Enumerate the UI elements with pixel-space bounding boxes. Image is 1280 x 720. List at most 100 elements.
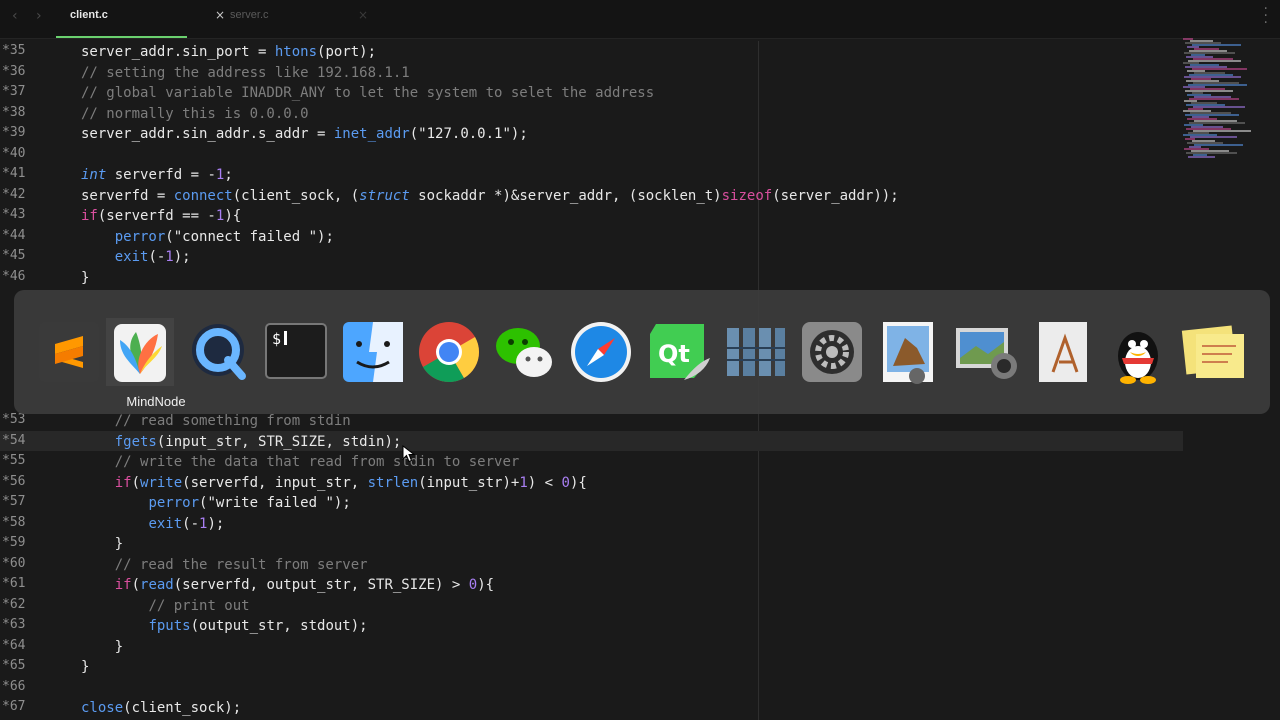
tab-bar: ‹ › client.c × server.c × · · · bbox=[0, 0, 1280, 39]
code-line[interactable]: *63 fputs(output_str, stdout); bbox=[0, 615, 1183, 635]
line-number: *35 bbox=[2, 43, 26, 58]
line-number: *59 bbox=[2, 535, 26, 550]
line-number: *40 bbox=[2, 145, 26, 161]
code-text: if(serverfd == -1){ bbox=[81, 208, 242, 224]
code-line[interactable]: *61 if(read(serverfd, output_str, STR_SI… bbox=[0, 574, 1183, 594]
code-line[interactable]: *64 } bbox=[0, 636, 1183, 656]
code-line[interactable]: *36 // setting the address like 192.168.1… bbox=[0, 62, 1183, 82]
code-line[interactable]: *44 perror("connect failed "); bbox=[0, 226, 1183, 246]
line-number: *63 bbox=[2, 617, 26, 632]
code-line[interactable]: *35 server_addr.sin_port = htons(port); bbox=[0, 41, 1183, 61]
code-line[interactable]: *59 } bbox=[0, 533, 1183, 553]
image-capture-app-icon[interactable] bbox=[952, 318, 1020, 386]
minimap-line bbox=[1190, 136, 1237, 138]
dock-hover-label: MindNode bbox=[126, 394, 186, 409]
code-line[interactable]: *65} bbox=[0, 656, 1183, 676]
terminal-app-icon[interactable]: $ bbox=[262, 318, 330, 386]
activity-monitor-app-icon[interactable] bbox=[721, 318, 789, 386]
code-text: } bbox=[81, 269, 90, 286]
line-number: *55 bbox=[2, 453, 26, 468]
code-text: fgets(input_str, STR_SIZE, stdin); bbox=[114, 433, 402, 450]
qt-creator-app-icon[interactable]: Qt bbox=[644, 318, 712, 386]
tab-client-c[interactable]: client.c × bbox=[70, 0, 225, 38]
qq-app-icon[interactable] bbox=[1104, 318, 1172, 386]
line-number: *66 bbox=[2, 678, 26, 694]
code-text: exit(-1); bbox=[148, 515, 225, 532]
wechat-app-icon[interactable] bbox=[490, 318, 558, 386]
line-number: *42 bbox=[2, 186, 26, 202]
code-text: server_addr.sin_addr.s_addr = inet_addr(… bbox=[81, 126, 528, 142]
tab-close-icon[interactable]: × bbox=[215, 8, 225, 22]
code-line[interactable]: *42 serverfd = connect(client_sock, (stru… bbox=[0, 185, 1183, 205]
mindnode-app-icon[interactable] bbox=[106, 318, 174, 386]
code-line[interactable]: *58 exit(-1); bbox=[0, 513, 1183, 533]
line-number: *39 bbox=[2, 125, 26, 140]
code-text: if(read(serverfd, output_str, STR_SIZE) … bbox=[114, 577, 495, 593]
chrome-app-icon[interactable] bbox=[415, 318, 483, 386]
finder-app-icon[interactable] bbox=[339, 318, 407, 386]
line-number: *57 bbox=[2, 494, 26, 509]
code-text: // print out bbox=[148, 597, 250, 614]
code-text: perror("connect failed "); bbox=[114, 228, 334, 245]
line-number: *62 bbox=[2, 596, 26, 612]
more-menu-icon[interactable]: · · · bbox=[1264, 2, 1268, 30]
code-line[interactable]: *39 server_addr.sin_addr.s_addr = inet_ad… bbox=[0, 123, 1183, 143]
code-line[interactable]: *40 bbox=[0, 144, 1183, 164]
preview-app-icon[interactable] bbox=[875, 318, 943, 386]
stickies-app-icon[interactable] bbox=[1180, 318, 1248, 386]
code-text: close(client_sock); bbox=[81, 700, 242, 716]
code-line[interactable]: *38 // normally this is 0.0.0.0 bbox=[0, 103, 1183, 123]
tab-close-icon[interactable]: × bbox=[358, 8, 368, 22]
code-text: exit(-1); bbox=[114, 249, 191, 265]
minimap-line bbox=[1194, 144, 1243, 146]
code-text: // read something from stdin bbox=[114, 413, 351, 429]
back-arrow-icon[interactable]: ‹ bbox=[12, 8, 18, 24]
safari-app-icon[interactable] bbox=[567, 318, 635, 386]
quicktime-app-icon[interactable] bbox=[184, 318, 252, 386]
code-line[interactable]: *46} bbox=[0, 267, 1183, 287]
line-number: *65 bbox=[2, 658, 26, 673]
line-number: *41 bbox=[2, 166, 26, 181]
code-text: } bbox=[81, 638, 124, 655]
code-text: // write the data that read from stdin t… bbox=[114, 454, 520, 470]
textedit-app-icon[interactable] bbox=[1029, 318, 1097, 386]
code-line[interactable]: *60 // read the result from server bbox=[0, 554, 1183, 574]
app-switcher: $ Qt MindNode bbox=[14, 290, 1270, 414]
line-number: *45 bbox=[2, 248, 26, 263]
line-number: *64 bbox=[2, 637, 26, 653]
minimap[interactable] bbox=[1183, 38, 1253, 163]
tab-label: client.c bbox=[70, 9, 108, 21]
line-number: *67 bbox=[2, 699, 26, 714]
code-line[interactable]: *45 exit(-1); bbox=[0, 246, 1183, 266]
line-number: *53 bbox=[2, 412, 26, 427]
code-text: // normally this is 0.0.0.0 bbox=[81, 105, 309, 122]
code-text: if(write(serverfd, input_str, strlen(inp… bbox=[114, 474, 587, 491]
tab-label: server.c bbox=[230, 9, 269, 21]
code-text: fputs(output_str, stdout); bbox=[148, 618, 368, 634]
code-line[interactable]: *54 fgets(input_str, STR_SIZE, stdin); bbox=[0, 430, 1183, 451]
svg-text:Qt: Qt bbox=[658, 340, 690, 368]
code-text: // read the result from server bbox=[114, 556, 368, 573]
code-line[interactable]: *41 int serverfd = -1; bbox=[0, 164, 1183, 184]
svg-text:$: $ bbox=[272, 330, 281, 348]
system-preferences-app-icon[interactable] bbox=[798, 318, 866, 386]
line-number: *58 bbox=[2, 514, 26, 530]
line-number: *61 bbox=[2, 576, 26, 591]
code-text: serverfd = connect(client_sock, (struct … bbox=[81, 187, 899, 204]
code-text: // setting the address like 192.168.1.1 bbox=[81, 64, 410, 81]
code-line[interactable]: *43 if(serverfd == -1){ bbox=[0, 205, 1183, 225]
tab-server-c[interactable]: server.c × bbox=[230, 0, 368, 38]
code-line[interactable]: *67 close(client_sock); bbox=[0, 697, 1183, 717]
code-line[interactable]: *56 if(write(serverfd, input_str, strlen… bbox=[0, 472, 1183, 492]
forward-arrow-icon[interactable]: › bbox=[36, 8, 42, 24]
code-text: } bbox=[81, 536, 124, 552]
code-line[interactable]: *57 perror("write failed "); bbox=[0, 492, 1183, 512]
code-line[interactable]: *37 // global variable INADDR_ANY to let … bbox=[0, 82, 1183, 102]
sublime-text-app-icon[interactable] bbox=[35, 318, 103, 386]
code-text: int serverfd = -1; bbox=[81, 167, 233, 183]
code-line[interactable]: *62 // print out bbox=[0, 595, 1183, 615]
code-line[interactable]: *55 // write the data that read from std… bbox=[0, 451, 1183, 471]
code-text: perror("write failed "); bbox=[148, 495, 351, 511]
code-line[interactable]: *66 bbox=[0, 677, 1183, 697]
minimap-line bbox=[1188, 156, 1215, 158]
